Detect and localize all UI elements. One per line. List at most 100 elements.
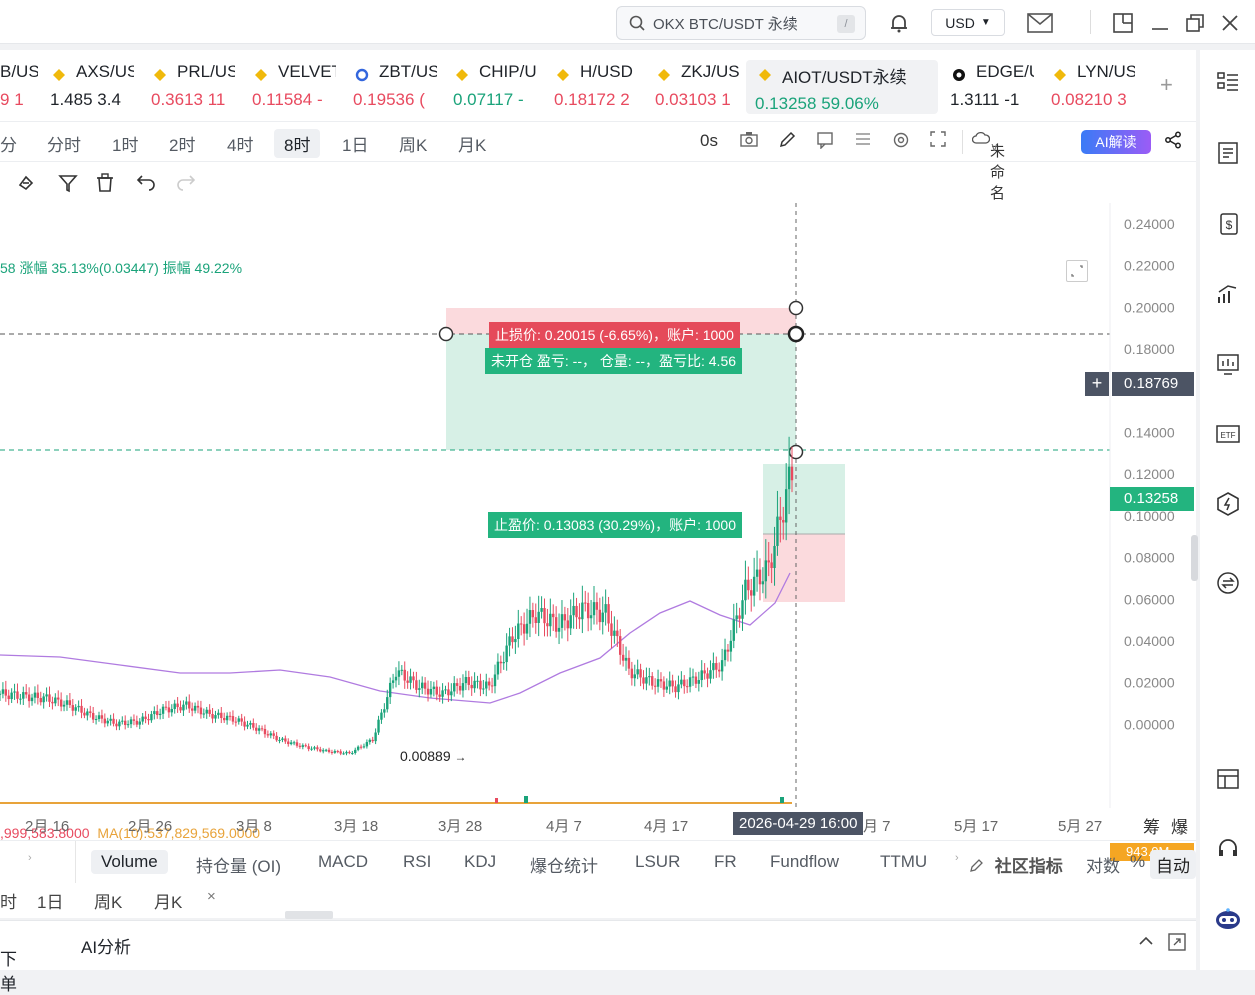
hexagon-icon[interactable] (1214, 490, 1242, 518)
ticker-tab[interactable]: PRL/US 0.3613 11 (151, 62, 235, 116)
drawing-handle[interactable] (788, 300, 804, 316)
restore-icon[interactable] (1182, 10, 1208, 36)
candle-body (476, 680, 479, 682)
liquidation-toggle[interactable]: 爆 (1171, 813, 1188, 838)
sub-period-item[interactable]: 月K (154, 888, 182, 913)
period-item[interactable]: 1时 (112, 131, 138, 156)
resize-handle[interactable] (285, 911, 333, 924)
popout-icon[interactable] (1168, 933, 1186, 956)
period-item[interactable]: 周K (399, 131, 427, 156)
ticker-tab-active[interactable]: AIOT/USDT永续 0.13258 59.06% (746, 60, 938, 114)
ticker-tab[interactable]: ZKJ/US 0.03103 1 (655, 62, 739, 116)
coin-icon (355, 68, 369, 82)
log-scale-toggle[interactable]: 对数 (1086, 852, 1120, 877)
ticker-tab[interactable]: ZBT/US 0.19536 ( (353, 62, 437, 116)
period-item-selected[interactable]: 8时 (274, 129, 321, 158)
candle-body (68, 700, 72, 706)
candle-body (205, 709, 208, 714)
support-headset-icon[interactable] (1214, 835, 1242, 863)
assistant-robot-icon[interactable] (1214, 905, 1242, 933)
period-item[interactable]: 分时 (47, 131, 81, 156)
sub-period-item-cut[interactable]: 时 (0, 888, 17, 913)
list-icon[interactable] (854, 131, 872, 152)
indicator-tab[interactable]: MACD (318, 852, 368, 872)
ticker-tab[interactable]: H/USD 0.18172 2 (554, 62, 638, 116)
drawing-handle[interactable] (787, 325, 805, 343)
price-chart[interactable]: 0.240000.220000.200000.180000.160000.140… (0, 203, 1198, 861)
period-item[interactable]: 4时 (227, 131, 253, 156)
sub-period-item[interactable]: 周K (94, 888, 122, 913)
indicator-tab[interactable]: RSI (403, 852, 431, 872)
drawing-handle[interactable] (788, 444, 804, 460)
add-tab-icon[interactable]: + (1160, 72, 1173, 98)
candle-body (365, 742, 369, 747)
etf-icon[interactable]: ETF (1214, 420, 1242, 448)
search-input[interactable]: OKX BTC/USDT 永续 / (616, 6, 866, 40)
filter-icon[interactable] (58, 173, 78, 198)
panel-layout-icon[interactable] (1214, 765, 1242, 793)
candle-body (59, 699, 63, 707)
layout-name-button[interactable]: 未命名 ∨ (971, 131, 1005, 202)
chips-toggle[interactable]: 筹 (1143, 813, 1160, 838)
indicator-tab-selected[interactable]: Volume (91, 850, 168, 874)
settings-icon[interactable] (892, 131, 910, 154)
alert-icon[interactable] (816, 131, 834, 154)
chart-canvas[interactable]: 0.240000.220000.200000.180000.160000.140… (0, 203, 1196, 813)
ticker-tab[interactable]: B/US 9 1 (0, 62, 38, 116)
minimize-icon[interactable] (1147, 10, 1173, 36)
signal-chart-icon[interactable] (1214, 280, 1242, 308)
indicator-tab[interactable]: KDJ (464, 852, 496, 872)
panel-handle[interactable] (1191, 535, 1198, 581)
chevron-right-icon[interactable]: › (955, 852, 959, 864)
indicator-tab[interactable]: FR (714, 852, 737, 872)
indicator-tab[interactable]: Fundflow (770, 852, 839, 872)
monitor-icon[interactable] (1214, 350, 1242, 378)
chevron-up-icon[interactable] (1138, 933, 1154, 954)
dollar-icon[interactable]: $ (1214, 210, 1242, 238)
indicator-tab[interactable]: 爆仓统计 (530, 852, 598, 877)
chevron-right-icon[interactable]: › (28, 852, 32, 864)
candle-body (540, 608, 543, 612)
ai-analysis-tab[interactable]: AI分析 (81, 933, 131, 958)
drawing-handle[interactable] (438, 326, 454, 342)
share-icon[interactable] (1164, 131, 1182, 154)
close-icon[interactable]: × (207, 888, 216, 905)
expand-icon[interactable] (1066, 260, 1088, 282)
ticker-tab[interactable]: AXS/US 1.485 3.4 (50, 62, 134, 116)
period-item[interactable]: 分 (0, 131, 17, 156)
document-icon[interactable] (1214, 139, 1242, 167)
indicator-tab[interactable]: LSUR (635, 852, 680, 872)
watchlist-icon[interactable] (1214, 68, 1242, 96)
volume-bar (524, 796, 528, 803)
period-item[interactable]: 月K (458, 131, 486, 156)
currency-select[interactable]: USD ▼ (931, 9, 1005, 36)
auto-scale-toggle[interactable]: 自动 (1150, 850, 1196, 879)
community-indicator-button[interactable]: 社区指标 (970, 852, 1063, 877)
percent-scale-toggle[interactable]: % (1130, 852, 1145, 872)
ticker-tab[interactable]: CHIP/U 0.07117 - (453, 62, 537, 116)
layout-icon[interactable] (1110, 10, 1136, 36)
camera-icon[interactable] (740, 131, 758, 152)
indicator-tab[interactable]: 持仓量 (OI) (196, 852, 281, 877)
candle-body (779, 516, 782, 521)
close-icon[interactable] (1217, 10, 1243, 36)
ticker-tab[interactable]: EDGE/U 1.3111 -1 (950, 62, 1034, 116)
add-alert-button[interactable]: + (1085, 372, 1109, 396)
ai-interpret-button[interactable]: AI解读 (1081, 130, 1151, 154)
undo-icon[interactable] (136, 173, 156, 196)
indicator-tab[interactable]: TTMU (880, 852, 927, 872)
ticker-tab[interactable]: LYN/US 0.08210 3 (1051, 62, 1135, 116)
trash-icon[interactable] (96, 173, 114, 198)
candle-body (560, 614, 564, 628)
fullscreen-icon[interactable] (930, 131, 946, 152)
pen-icon[interactable] (778, 131, 796, 154)
mail-icon[interactable] (1027, 10, 1053, 36)
period-item[interactable]: 1日 (342, 131, 368, 156)
ticker-tab[interactable]: VELVET 0.11584 - (252, 62, 336, 116)
magnet-icon[interactable] (16, 173, 36, 198)
exchange-icon[interactable] (1214, 569, 1242, 597)
period-item[interactable]: 2时 (169, 131, 195, 156)
sub-period-item[interactable]: 1日 (37, 888, 63, 913)
redo-icon[interactable] (176, 173, 196, 196)
bell-icon[interactable] (886, 10, 912, 36)
